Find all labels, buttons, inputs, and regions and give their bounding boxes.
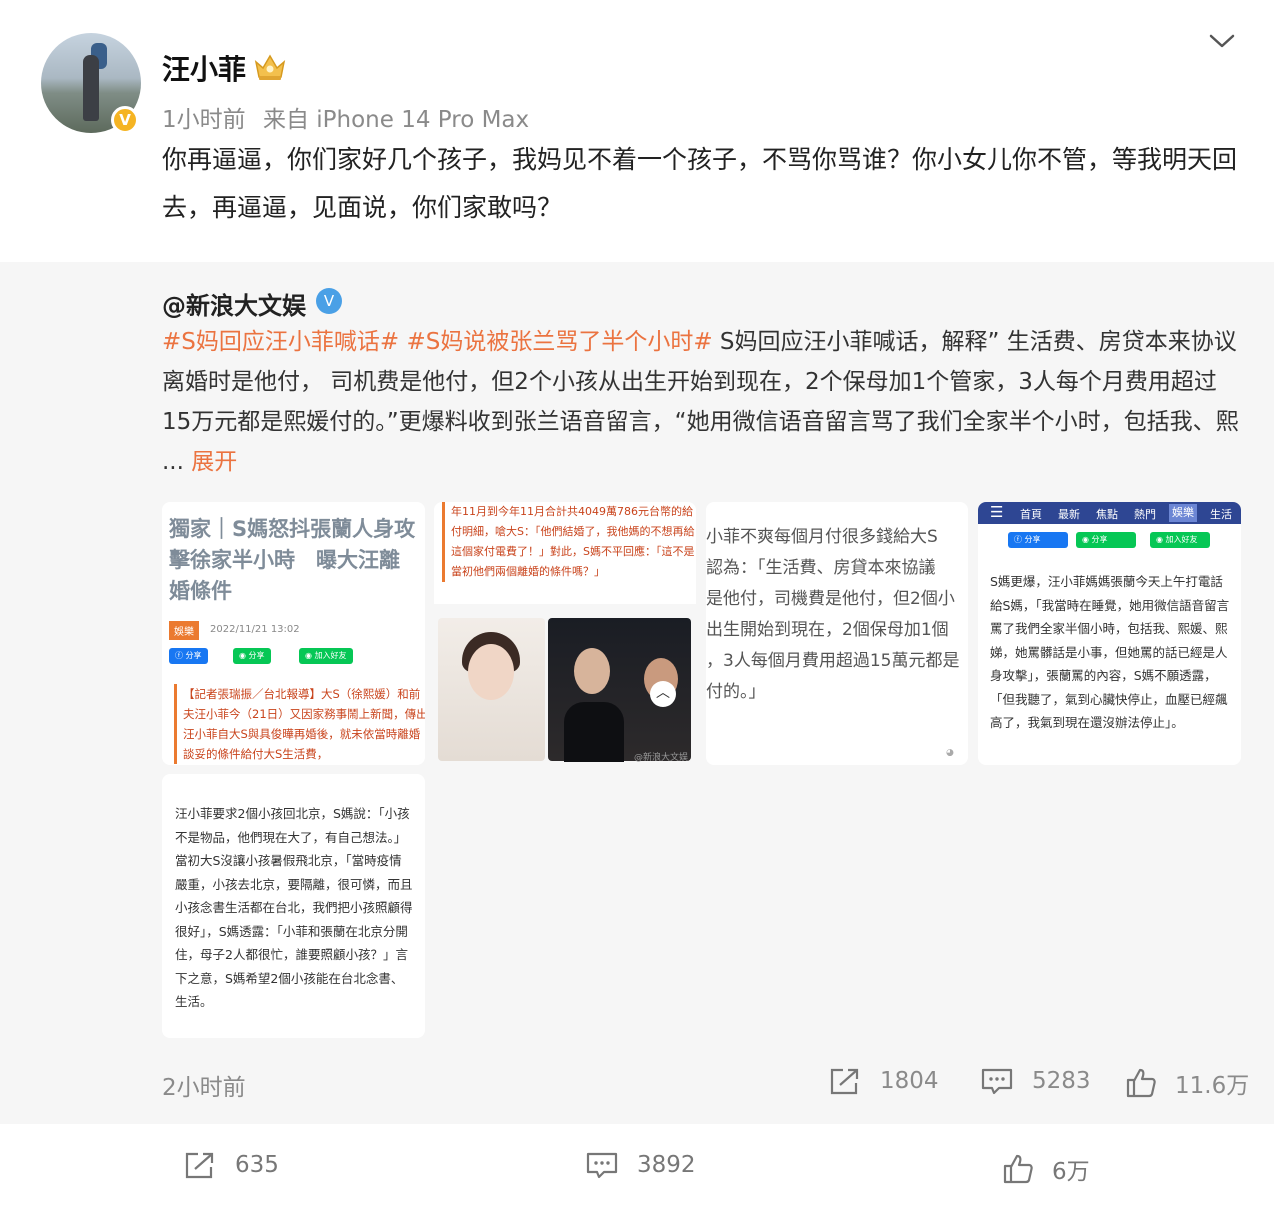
retweet-like-button[interactable]: 11.6万: [1125, 1066, 1249, 1100]
nav-item: 焦點: [1096, 508, 1118, 521]
image-thumbnail-1[interactable]: 獨家｜S媽怒抖張蘭人身攻擊徐家半小時 曝大汪離婚條件 娛樂 2022/11/21…: [162, 502, 425, 765]
facebook-share-button: ⓕ 分享: [169, 648, 208, 664]
line-add-friend-button: ◉ 加入好友: [1150, 532, 1210, 548]
comment-count: 5283: [1032, 1068, 1091, 1094]
post-time[interactable]: 1小时前: [162, 107, 246, 133]
hashtag-link[interactable]: #S妈回应汪小菲喊话#: [162, 329, 399, 355]
repost-button[interactable]: 635: [183, 1150, 279, 1180]
crown-icon: [254, 54, 286, 80]
body-shape: [564, 702, 624, 762]
thumbs-up-icon: [1003, 1154, 1033, 1184]
nav-item: 首頁: [1020, 508, 1042, 521]
like-button[interactable]: 6万: [1002, 1152, 1090, 1186]
comment-button[interactable]: 3892: [585, 1150, 696, 1180]
hashtag-link[interactable]: #S妈说被张兰骂了半个小时#: [406, 329, 712, 355]
article-lead: 【記者張瑞振／台北報導】大S（徐熙媛）和前夫汪小菲今（21日）又因家務事鬧上新聞…: [174, 684, 425, 764]
verified-badge-icon: V: [111, 106, 139, 134]
like-count: 11.6万: [1175, 1073, 1250, 1099]
line-share-button: ◉ 分享: [233, 648, 271, 664]
nav-item: 生活: [1210, 508, 1232, 521]
retweet-footer: 2小时前 1804 5283 11.6万: [0, 1062, 1274, 1102]
like-count: 6万: [1052, 1159, 1090, 1185]
weibo-post-card: V 汪小菲 1小时前 来自 iPhone 14 Pro Max 你再逼逼，你们家…: [0, 0, 1274, 1220]
expand-link[interactable]: 展开: [191, 449, 237, 475]
avatar-person-figure: [83, 55, 99, 121]
category-badge: 娛樂: [169, 621, 199, 640]
line-add-friend-button: ◉ 加入好友: [299, 648, 353, 664]
retweet-block[interactable]: @新浪大文娱 V #S妈回应汪小菲喊话# #S妈说被张兰骂了半个小时# S妈回应…: [0, 262, 1274, 1124]
blue-verified-icon: V: [316, 288, 342, 314]
comment-icon: [586, 1152, 618, 1179]
chevron-down-icon[interactable]: [1207, 30, 1237, 52]
nav-item-active: 娛樂: [1169, 504, 1197, 522]
retweet-time[interactable]: 2小时前: [162, 1068, 246, 1102]
chevron-up-icon[interactable]: ︿: [650, 681, 676, 707]
post-action-bar: 635 3892 6万: [0, 1124, 1274, 1220]
facebook-share-button: ⓕ 分享: [1008, 532, 1068, 548]
image-thumbnail-4[interactable]: ☰ 首頁 最新 焦點 熱門 娛樂 生活 ⓕ 分享 ◉ 分享 ◉ 加入好友 S媽更…: [978, 502, 1241, 765]
face-shape: [468, 644, 514, 700]
post-source: 来自 iPhone 14 Pro Max: [262, 107, 530, 133]
article-snippet: 年11月到今年11月合計共4049萬786元台幣的給付明細，嗆大S：「他們結婚了…: [434, 502, 696, 604]
retweet-repost-button[interactable]: 1804: [828, 1066, 939, 1096]
post-username[interactable]: 汪小菲: [162, 48, 246, 88]
article-paragraph: 汪小菲要求2個小孩回北京，S媽說：「小孩不是物品，他們現在大了，有自己想法。」當…: [175, 806, 413, 1009]
article-quote: 小菲不爽每個月付很多錢給大S 認為：「生活費、房貸本來協議 是他付，司機費是他付…: [706, 527, 960, 702]
image-thumbnail-3[interactable]: 小菲不爽每個月付很多錢給大S 認為：「生活費、房貸本來協議 是他付，司機費是他付…: [706, 502, 968, 765]
nav-item: 熱門: [1134, 508, 1156, 521]
photo-woman: [438, 618, 545, 761]
weibo-watermark-icon: ◕: [946, 748, 954, 758]
nav-item: 最新: [1058, 508, 1080, 521]
site-nav-bar: ☰ 首頁 最新 焦點 熱門 娛樂 生活: [978, 502, 1241, 524]
image-thumbnail-5[interactable]: 汪小菲要求2個小孩回北京，S媽說：「小孩不是物品，他們現在大了，有自己想法。」當…: [162, 774, 425, 1038]
line-share-button: ◉ 分享: [1076, 532, 1136, 548]
post-meta: 1小时前 来自 iPhone 14 Pro Max: [162, 100, 529, 134]
comment-count: 3892: [637, 1152, 696, 1178]
retweet-comment-button[interactable]: 5283: [980, 1066, 1091, 1096]
repost-count: 1804: [880, 1068, 939, 1094]
thumbs-up-icon: [1126, 1068, 1156, 1098]
image-thumbnail-2[interactable]: 年11月到今年11月合計共4049萬786元台幣的給付明細，嗆大S：「他們結婚了…: [434, 502, 696, 765]
repost-icon: [830, 1068, 859, 1095]
face-shape: [574, 648, 610, 694]
repost-icon: [185, 1152, 214, 1179]
post-text: 你再逼逼，你们家好几个孩子，我妈见不着一个孩子，不骂你骂谁？你小女儿你不管，等我…: [162, 145, 1238, 222]
retweet-username[interactable]: @新浪大文娱: [162, 286, 306, 321]
retweet-text: #S妈回应汪小菲喊话# #S妈说被张兰骂了半个小时# S妈回应汪小菲喊话，解释”…: [162, 322, 1242, 482]
hamburger-menu-icon: ☰: [990, 503, 1004, 521]
article-paragraph: S媽更爆，汪小菲媽媽張蘭今天上午打電話給S媽，「我當時在睡覺，她用微信語音留言罵…: [990, 574, 1230, 730]
watermark: @新浪大文娱: [634, 753, 689, 763]
article-snippet-text: 年11月到今年11月合計共4049萬786元台幣的給付明細，嗆大S：「他們結婚了…: [442, 502, 696, 582]
comment-icon: [981, 1068, 1013, 1095]
article-date: 2022/11/21 13:02: [210, 624, 300, 635]
article-headline: 獨家｜S媽怒抖張蘭人身攻擊徐家半小時 曝大汪離婚條件: [169, 517, 416, 603]
repost-count: 635: [235, 1152, 279, 1178]
